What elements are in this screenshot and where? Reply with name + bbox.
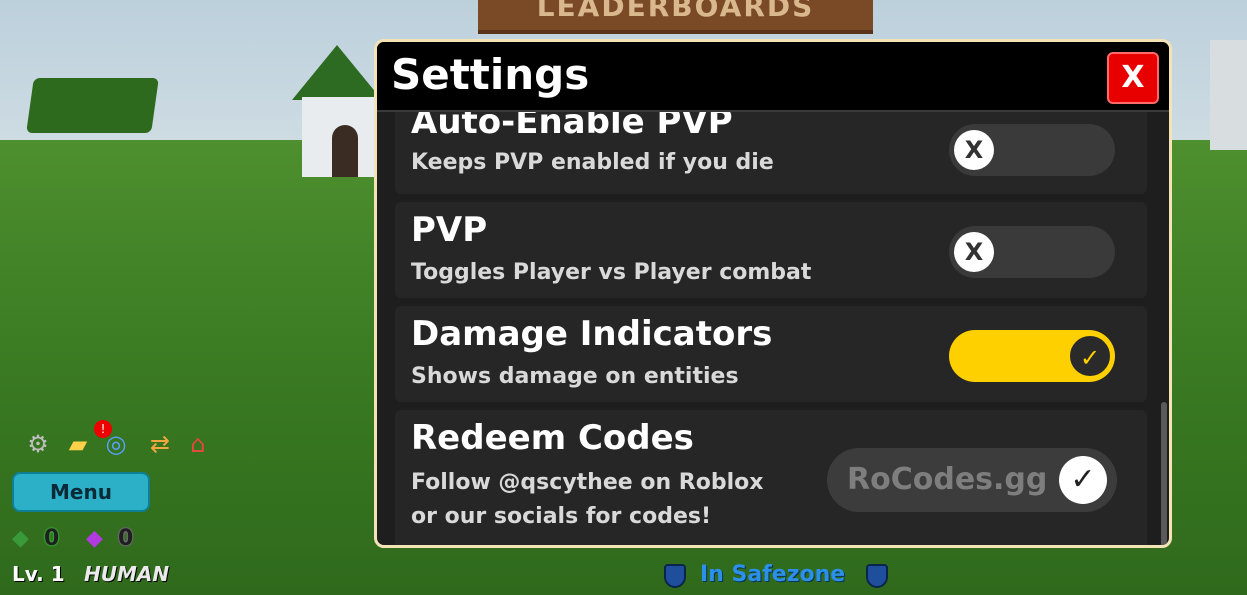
toggle-auto-enable-pvp[interactable]: X — [949, 124, 1115, 176]
gold-icon: ◆ — [12, 526, 29, 551]
setting-row-pvp: PVP Toggles Player vs Player combat X — [395, 202, 1147, 298]
toggle-damage-indicators[interactable]: ✓ — [949, 330, 1115, 382]
gold-count: 0 — [44, 526, 60, 551]
leaderboard-sign-text: LEADERBOARDS — [536, 0, 815, 23]
menu-button[interactable]: Menu — [12, 472, 150, 512]
settings-title: Settings — [391, 50, 590, 99]
redeem-description-line1: Follow @qscythee on Roblox — [411, 470, 764, 495]
settings-panel: Settings X Auto-Enable PVP Keeps PVP ena… — [374, 39, 1172, 548]
hud-icon-bar: ⚙ ▰ ◎ ! ⇄ ⌂ — [22, 420, 222, 464]
setting-title: Damage Indicators — [411, 314, 773, 354]
redeem-code-field[interactable]: RoCodes.gg ✓ — [827, 448, 1117, 512]
settings-header: Settings X — [377, 42, 1169, 112]
background-tower — [1210, 40, 1247, 150]
setting-description: Toggles Player vs Player combat — [411, 260, 812, 285]
shield-icon — [866, 564, 888, 588]
shield-icon — [664, 564, 686, 588]
gem-icon: ◆ — [86, 526, 103, 551]
gear-icon[interactable]: ⚙ — [22, 428, 54, 460]
safezone-indicator: In Safezone — [660, 562, 890, 592]
toggle-off-x-icon: X — [954, 130, 994, 170]
setting-title: PVP — [411, 210, 488, 250]
setting-row-redeem-codes: Redeem Codes Follow @qscythee on Roblox … — [395, 410, 1147, 545]
setting-row-auto-enable-pvp: Auto-Enable PVP Keeps PVP enabled if you… — [395, 112, 1147, 194]
toggle-pvp[interactable]: X — [949, 226, 1115, 278]
chat-icon[interactable]: ▰ — [62, 428, 94, 460]
trade-icon[interactable]: ⇄ — [144, 428, 176, 460]
player-race: HUMAN — [84, 562, 170, 586]
home-icon[interactable]: ⌂ — [182, 428, 214, 460]
redeem-title: Redeem Codes — [411, 418, 694, 458]
setting-title: Auto-Enable PVP — [411, 112, 733, 142]
house-roof — [292, 45, 382, 100]
setting-row-damage-indicators: Damage Indicators Shows damage on entiti… — [395, 306, 1147, 402]
compass-icon[interactable]: ◎ ! — [94, 420, 132, 460]
redeem-description-line2: or our socials for codes! — [411, 504, 711, 529]
notification-badge: ! — [94, 420, 112, 438]
toggle-on-check-icon: ✓ — [1070, 336, 1110, 376]
setting-description: Shows damage on entities — [411, 364, 739, 389]
settings-scrollbar[interactable] — [1161, 402, 1167, 545]
setting-description: Keeps PVP enabled if you die — [411, 150, 774, 175]
close-button[interactable]: X — [1107, 52, 1159, 104]
safezone-text: In Safezone — [700, 562, 846, 587]
leaderboard-sign: LEADERBOARDS — [478, 0, 873, 34]
redeem-submit-check-icon[interactable]: ✓ — [1059, 456, 1107, 504]
settings-list[interactable]: Auto-Enable PVP Keeps PVP enabled if you… — [395, 112, 1147, 545]
toggle-off-x-icon: X — [954, 232, 994, 272]
player-level: Lv. 1 — [12, 562, 65, 586]
redeem-code-input[interactable]: RoCodes.gg — [847, 462, 1047, 497]
gem-count: 0 — [118, 526, 134, 551]
background-house — [292, 45, 382, 177]
tree-foliage — [26, 78, 159, 133]
house-door — [332, 125, 358, 177]
